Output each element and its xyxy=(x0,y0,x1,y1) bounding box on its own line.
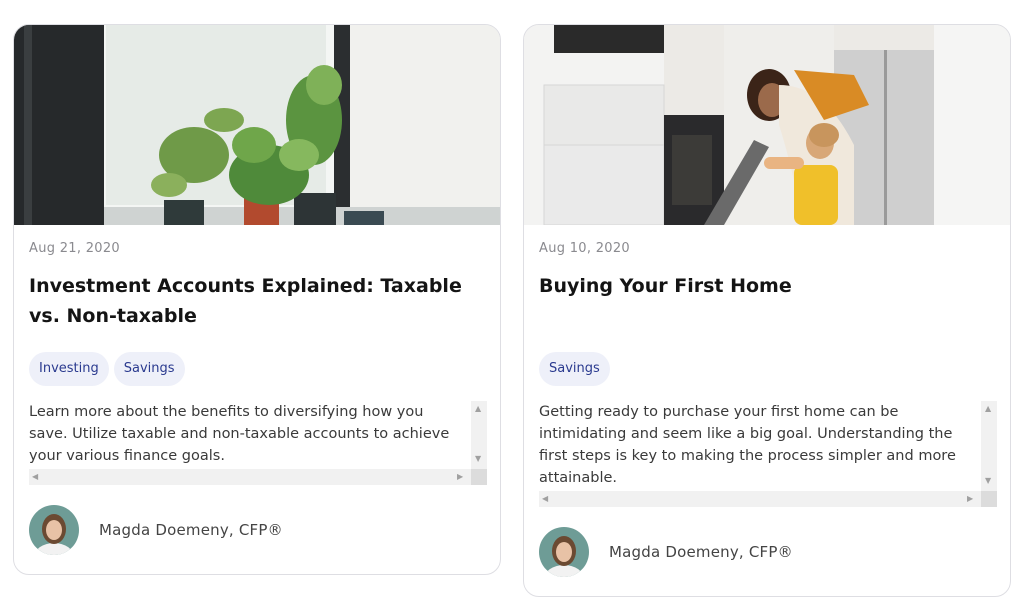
author-name[interactable]: Magda Doemeny, CFP® xyxy=(99,521,283,539)
post-date: Aug 21, 2020 xyxy=(29,241,121,256)
vertical-scrollbar[interactable]: ▲ ▼ xyxy=(471,401,487,469)
tag-savings[interactable]: Savings xyxy=(113,352,185,386)
scroll-right-icon[interactable]: ▶ xyxy=(457,473,463,481)
blog-card[interactable]: Aug 21, 2020 Investment Accounts Explain… xyxy=(13,24,501,575)
horizontal-scrollbar[interactable]: ◀ ▶ xyxy=(29,469,471,485)
vertical-scrollbar[interactable]: ▲ ▼ xyxy=(981,401,997,491)
avatar xyxy=(539,527,589,577)
blog-card[interactable]: Aug 10, 2020 Buying Your First Home Savi… xyxy=(523,24,1011,597)
tag-savings[interactable]: Savings xyxy=(539,352,610,386)
post-excerpt: Learn more about the benefits to diversi… xyxy=(29,404,450,464)
author-row[interactable]: Magda Doemeny, CFP® xyxy=(539,527,793,577)
scroll-up-icon[interactable]: ▲ xyxy=(985,405,991,413)
scroll-up-icon[interactable]: ▲ xyxy=(475,405,481,413)
tag-investing[interactable]: Investing xyxy=(29,352,109,386)
horizontal-scrollbar[interactable]: ◀ ▶ xyxy=(539,491,981,507)
scroll-right-icon[interactable]: ▶ xyxy=(967,495,973,503)
avatar xyxy=(29,505,79,555)
post-excerpt: Getting ready to purchase your first hom… xyxy=(539,404,956,486)
plants-photo[interactable] xyxy=(14,25,500,225)
tag-list: Investing Savings xyxy=(29,352,185,386)
post-title[interactable]: Buying Your First Home xyxy=(539,271,989,301)
scroll-down-icon[interactable]: ▼ xyxy=(475,455,481,463)
scroll-left-icon[interactable]: ◀ xyxy=(32,473,38,481)
author-name[interactable]: Magda Doemeny, CFP® xyxy=(609,543,793,561)
tag-list: Savings xyxy=(539,352,610,386)
post-date: Aug 10, 2020 xyxy=(539,241,631,256)
kitchen-photo[interactable] xyxy=(524,25,1010,225)
scroll-left-icon[interactable]: ◀ xyxy=(542,495,548,503)
scroll-corner xyxy=(981,491,997,507)
scroll-corner xyxy=(471,469,487,485)
post-title[interactable]: Investment Accounts Explained: Taxable v… xyxy=(29,271,479,331)
excerpt-scroll-area[interactable]: Getting ready to purchase your first hom… xyxy=(539,401,997,507)
excerpt-scroll-area[interactable]: Learn more about the benefits to diversi… xyxy=(29,401,487,485)
scroll-down-icon[interactable]: ▼ xyxy=(985,477,991,485)
author-row[interactable]: Magda Doemeny, CFP® xyxy=(29,505,283,555)
